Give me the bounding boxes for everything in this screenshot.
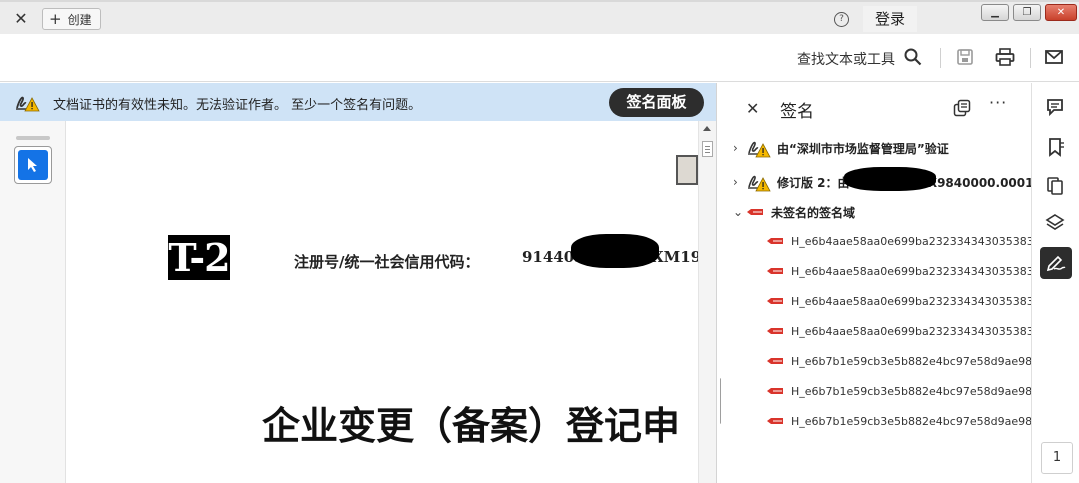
unsigned-field-item[interactable]: H_e6b4aae58aa0e699ba23233434303538323139… <box>767 231 1031 251</box>
rail-handle <box>16 136 50 140</box>
chevron-right-icon[interactable]: › <box>733 175 743 189</box>
signature-warning-icon <box>748 175 771 192</box>
document-heading: 企业变更（备案）登记申 <box>262 403 681 448</box>
minimize-icon[interactable]: ▁ <box>981 4 1009 21</box>
unsigned-field-label: H_e6b7b1e59cb3e5b882e4bc97e58d9ae9809ae6 <box>791 354 1031 368</box>
copy-icon[interactable] <box>953 99 971 117</box>
comment-icon[interactable] <box>1043 95 1067 119</box>
unsigned-field-label: H_e6b4aae58aa0e699ba23233434303538323139… <box>791 324 1031 338</box>
more-icon[interactable]: ··· <box>989 93 1007 112</box>
registration-label: 注册号/统一社会信用代码： <box>294 253 480 271</box>
select-tool-button[interactable] <box>14 146 52 184</box>
unsigned-field-label: H_e6b4aae58aa0e699ba23233434303538323139… <box>791 264 1031 278</box>
title-bar: ✕ + 创建 ? 登录 ▁ ❐ ✕ <box>0 0 1079 34</box>
notice-message: 文档证书的有效性未知。无法验证作者。 至少一个签名有问题。 <box>53 98 422 113</box>
unsigned-field-icon <box>747 209 763 215</box>
layers-icon[interactable] <box>1043 211 1067 235</box>
unsigned-field-icon <box>767 298 783 304</box>
search-tools-label[interactable]: 查找文本或工具 <box>797 49 895 69</box>
signature-notice-bar: 文档证书的有效性未知。无法验证作者。 至少一个签名有问题。 签名面板 <box>0 83 716 121</box>
unsigned-field-item[interactable]: H_e6b4aae58aa0e699ba23233434303538323139… <box>767 321 1031 341</box>
signature-warning-icon <box>748 141 771 158</box>
document-scrollbar[interactable] <box>698 121 716 483</box>
redaction-mark <box>571 234 659 268</box>
mail-icon[interactable] <box>1043 46 1065 68</box>
page-stamp-box <box>676 155 698 185</box>
signature-pen-icon[interactable] <box>1040 247 1072 279</box>
login-button[interactable]: 登录 <box>863 6 917 32</box>
help-icon[interactable]: ? <box>834 12 849 27</box>
print-icon[interactable] <box>994 46 1016 68</box>
select-cursor-icon <box>18 150 48 180</box>
search-icon[interactable] <box>902 46 924 68</box>
page-number-box[interactable]: 1 <box>1041 442 1073 474</box>
window-close-icon[interactable]: ✕ <box>1045 4 1077 21</box>
bookmark-icon[interactable] <box>1043 135 1067 159</box>
signature-panel-title: 签名 <box>780 102 814 122</box>
restore-icon[interactable]: ❐ <box>1013 4 1041 21</box>
save-icon[interactable] <box>954 46 976 68</box>
toolbar: 查找文本或工具 <box>0 34 1079 82</box>
unsigned-field-icon <box>767 238 783 244</box>
chevron-right-icon[interactable]: › <box>733 141 743 155</box>
plus-icon: + <box>49 9 62 28</box>
left-tool-rail <box>0 121 66 483</box>
signature-warning-icon <box>14 92 40 112</box>
new-tab-label: 创建 <box>67 12 92 27</box>
document-page[interactable]: T-2 注册号/统一社会信用代码： 91440300XXXXXM19F 企业变更… <box>66 121 698 483</box>
signature-panel: ✕ 签名 ··· › 由“深圳市市场监督管理局”验证 › 修订版 2：由“810… <box>721 83 1031 483</box>
unsigned-field-label: H_e6b7b1e59cb3e5b882e4bc97e58d9ae9809ae6 <box>791 414 1031 428</box>
unsigned-field-label: H_e6b4aae58aa0e699ba23233434303538323139… <box>791 294 1031 308</box>
unsigned-field-item[interactable]: H_e6b4aae58aa0e699ba23233434303538323139… <box>767 291 1031 311</box>
unsigned-fields-group[interactable]: ⌄ 未签名的签名域 <box>733 200 855 224</box>
chevron-down-icon[interactable]: ⌄ <box>733 205 743 219</box>
unsigned-field-item[interactable]: H_e6b7b1e59cb3e5b882e4bc97e58d9ae9809ae6 <box>767 351 1031 371</box>
unsigned-group-label: 未签名的签名域 <box>771 205 856 220</box>
unsigned-field-item[interactable]: H_e6b7b1e59cb3e5b882e4bc97e58d9ae9809ae6 <box>767 381 1031 401</box>
signature-label: 由“深圳市市场监督管理局”验证 <box>777 141 949 156</box>
unsigned-field-item[interactable]: H_e6b4aae58aa0e699ba23233434303538323139… <box>767 261 1031 281</box>
scroll-thumb[interactable] <box>702 141 713 157</box>
unsigned-field-label: H_e6b7b1e59cb3e5b882e4bc97e58d9ae9809ae6 <box>791 384 1031 398</box>
unsigned-field-icon <box>767 358 783 364</box>
unsigned-field-item[interactable]: H_e6b7b1e59cb3e5b882e4bc97e58d9ae9809ae6 <box>767 411 1031 431</box>
document-area: 文档证书的有效性未知。无法验证作者。 至少一个签名有问题。 签名面板 T-2 注… <box>0 83 716 483</box>
signature-item-0[interactable]: › 由“深圳市市场监督管理局”验证 <box>733 136 949 160</box>
unsigned-field-icon <box>767 268 783 274</box>
unsigned-field-icon <box>767 418 783 424</box>
pages-icon[interactable] <box>1043 174 1067 198</box>
tab-close-icon[interactable]: ✕ <box>8 8 34 32</box>
new-tab-button[interactable]: + 创建 <box>42 8 101 30</box>
signature-panel-button[interactable]: 签名面板 <box>609 88 704 117</box>
redaction-mark <box>844 167 936 191</box>
close-icon[interactable]: ✕ <box>746 99 759 118</box>
scroll-up-icon[interactable] <box>703 126 711 131</box>
unsigned-field-label: H_e6b4aae58aa0e699ba23233434303538323139… <box>791 234 1031 248</box>
document-badge: T-2 <box>168 235 231 280</box>
unsigned-field-icon <box>767 388 783 394</box>
unsigned-field-icon <box>767 328 783 334</box>
right-tool-rail: 1 <box>1031 83 1079 483</box>
